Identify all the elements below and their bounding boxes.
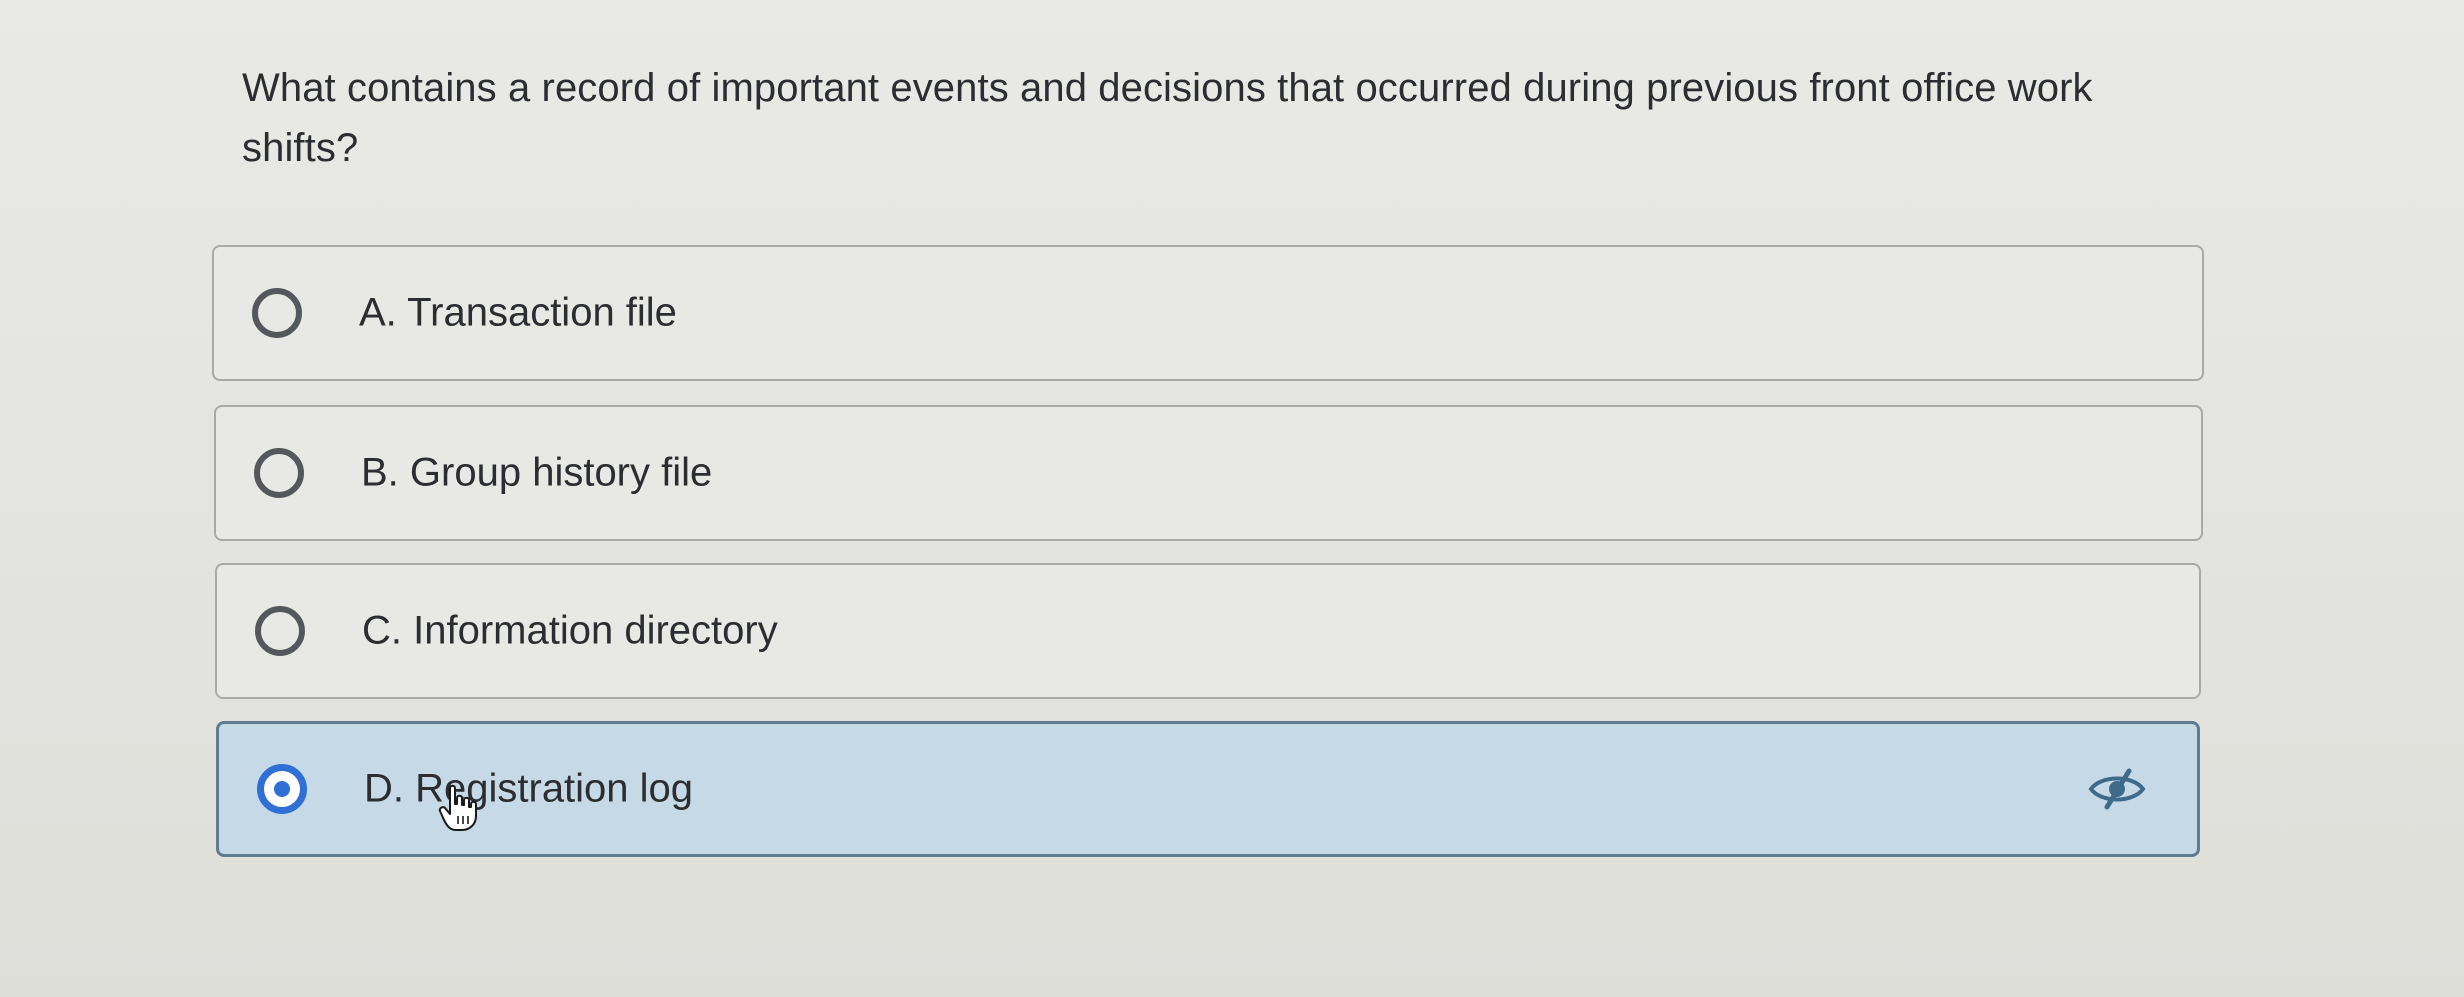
option-a-label: A. Transaction file	[359, 290, 677, 335]
eye-slash-icon[interactable]	[2085, 767, 2149, 811]
option-b-label: B. Group history file	[361, 450, 713, 495]
radio-option-c[interactable]	[255, 606, 305, 656]
option-b[interactable]: B. Group history file	[214, 405, 2203, 541]
option-c-label: C. Information directory	[362, 608, 778, 653]
option-d-label: D. Registration log	[364, 766, 694, 811]
radio-option-d-selected[interactable]	[257, 764, 307, 814]
option-a[interactable]: A. Transaction file	[212, 245, 2204, 381]
radio-option-b[interactable]	[254, 448, 304, 498]
option-c[interactable]: C. Information directory	[215, 563, 2201, 699]
option-d[interactable]: D. Registration log	[216, 721, 2200, 857]
answer-options: A. Transaction file B. Group history fil…	[0, 0, 2464, 997]
radio-option-a[interactable]	[252, 288, 302, 338]
